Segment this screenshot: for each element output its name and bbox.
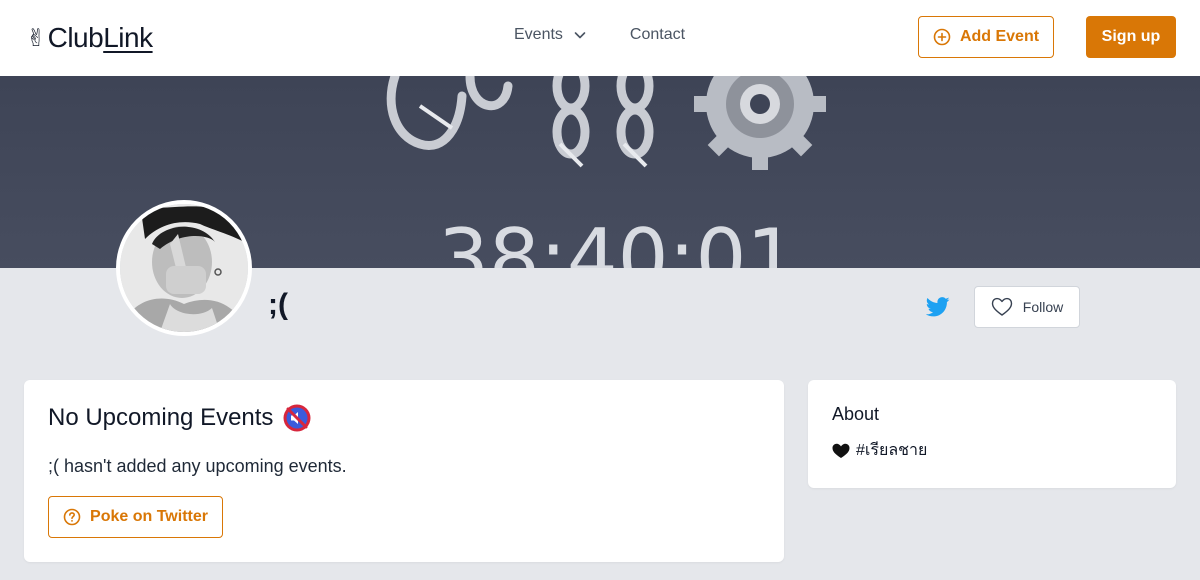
heart-outline-icon — [991, 297, 1012, 316]
about-card-title: About — [832, 404, 880, 424]
follow-label: Follow — [1022, 299, 1064, 315]
nav-events-label: Events — [514, 26, 563, 43]
events-card-title-text: No Upcoming Events — [48, 404, 274, 431]
nav-contact-link[interactable]: Contact — [630, 26, 685, 44]
banner-timer-text: 38:40:01 — [438, 212, 797, 268]
events-card-title: No Upcoming Events — [48, 404, 311, 432]
main-nav: Events Contact — [514, 26, 685, 44]
black-heart-icon — [832, 443, 850, 458]
logo-text-club: Club — [47, 22, 104, 53]
chevron-down-icon — [574, 32, 586, 39]
logo-text-link: Link — [103, 22, 153, 53]
follow-button[interactable]: Follow — [974, 286, 1080, 328]
sign-up-label: Sign up — [1101, 28, 1161, 45]
victory-hand-icon: ✌ — [26, 24, 46, 52]
about-bio-text: #เรียลชาย — [856, 442, 928, 459]
about-bio: #เรียลชาย — [832, 438, 927, 463]
add-event-button[interactable]: Add Event — [918, 16, 1054, 58]
nav-events-dropdown[interactable]: Events — [514, 26, 587, 44]
muted-speaker-icon — [283, 404, 311, 432]
twitter-icon[interactable] — [926, 296, 950, 318]
upcoming-events-card: No Upcoming Events ;( hasn't added any u… — [24, 380, 784, 562]
top-navbar: ✌ Club Link Events Contact Add Event Sign… — [0, 0, 1200, 76]
avatar-photo — [120, 204, 248, 332]
profile-avatar — [116, 200, 252, 336]
about-card: About #เรียลชาย — [808, 380, 1176, 488]
add-event-label: Add Event — [959, 28, 1040, 45]
plus-circle-icon — [933, 28, 951, 46]
sign-up-button[interactable]: Sign up — [1086, 16, 1176, 58]
clublink-logo[interactable]: ✌ Club Link — [26, 20, 153, 56]
profile-name: ;( — [268, 288, 288, 321]
poke-on-twitter-button[interactable]: Poke on Twitter — [48, 496, 223, 538]
events-card-description: ;( hasn't added any upcoming events. — [48, 456, 347, 476]
poke-label: Poke on Twitter — [90, 508, 208, 525]
question-circle-icon — [63, 508, 81, 526]
